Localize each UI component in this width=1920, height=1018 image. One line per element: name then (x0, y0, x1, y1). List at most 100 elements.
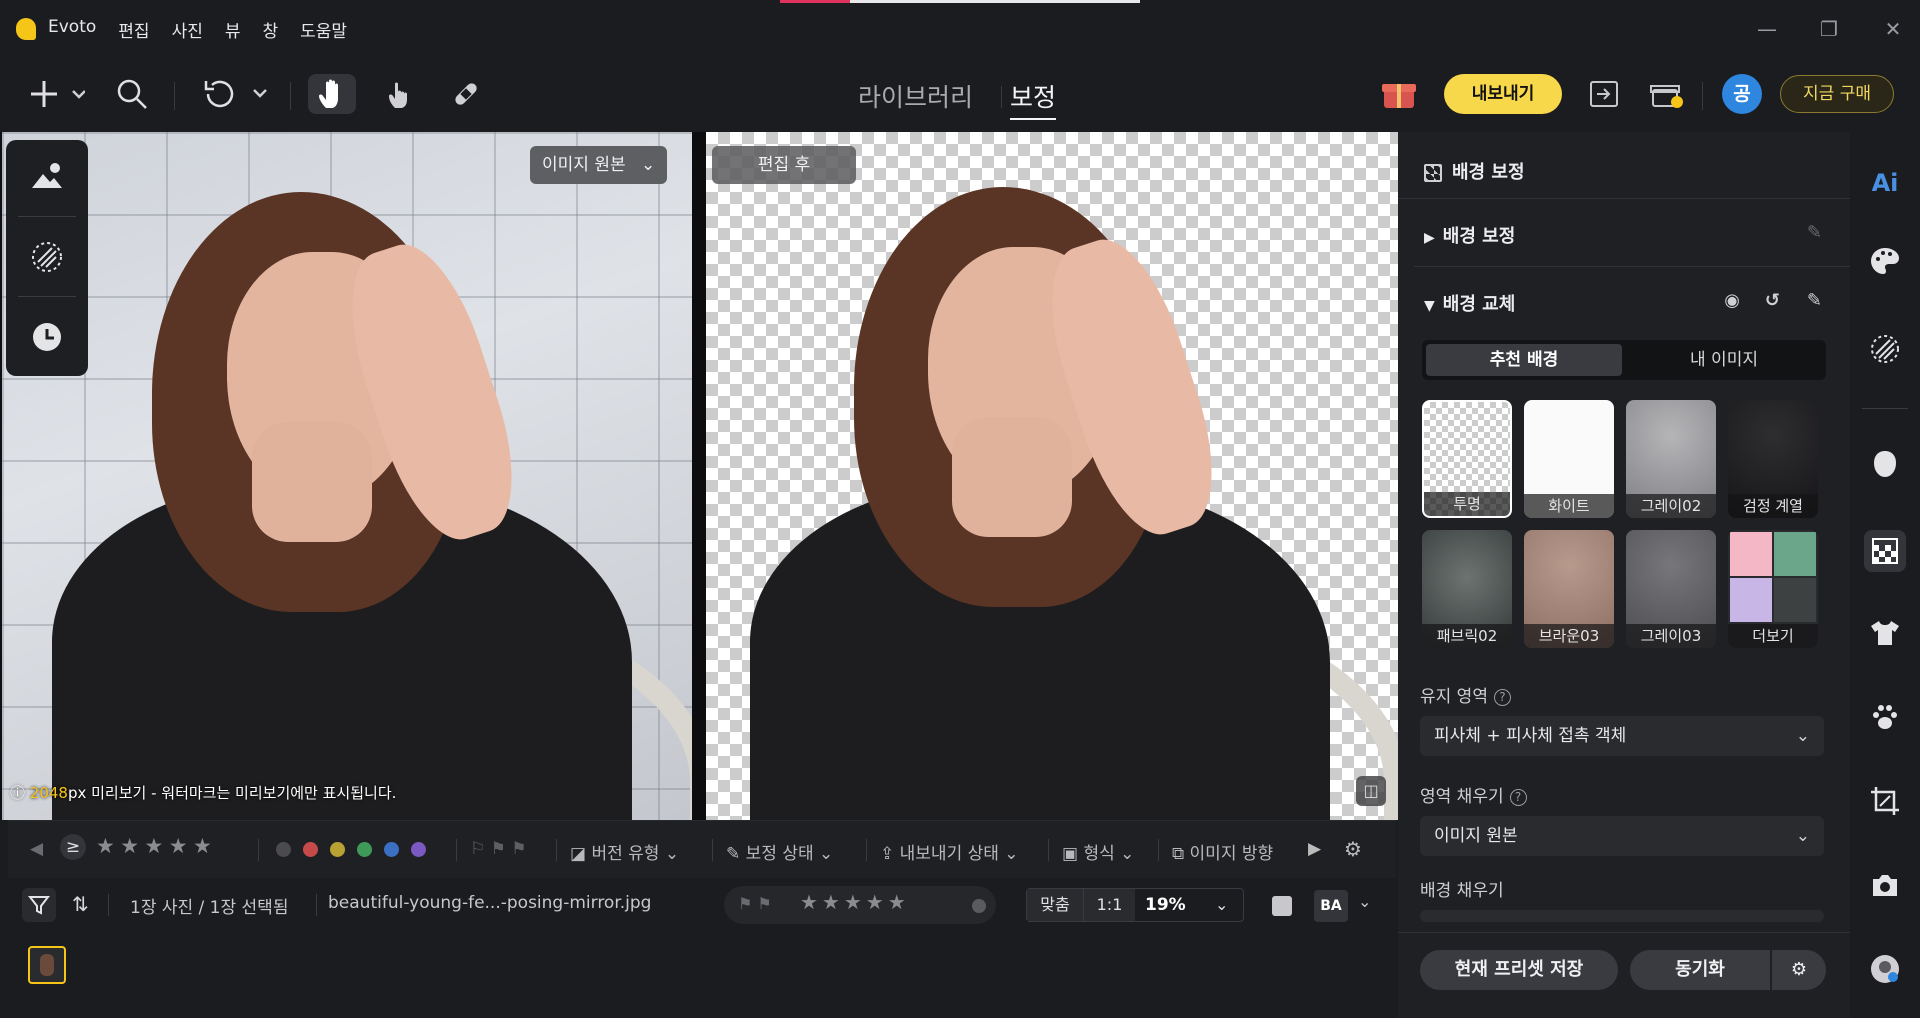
filter-funnel-icon[interactable] (22, 888, 56, 922)
bg-gray03[interactable]: 그레이03 (1626, 530, 1716, 648)
edited-photo[interactable] (706, 132, 1398, 820)
section-background-replace[interactable]: ▼ 배경 교체 ◉ ↺ ✎ (1398, 290, 1850, 316)
gift-box-icon[interactable] (1378, 74, 1420, 114)
menu-edit[interactable]: 편집 (118, 17, 149, 42)
star-rating-filter[interactable]: ★ ★ ★ ★ ★ (96, 834, 212, 858)
tab-recommended-backgrounds[interactable]: 추천 배경 (1426, 344, 1622, 376)
menu-view[interactable]: 뷰 (225, 17, 241, 42)
crop-icon[interactable] (1864, 780, 1906, 822)
menu-window[interactable]: 창 (262, 17, 278, 42)
color-dot-yellow[interactable] (330, 842, 345, 857)
background-icon[interactable] (1864, 530, 1906, 572)
export-button[interactable]: 내보내기 (1444, 74, 1562, 114)
color-dot-purple[interactable] (411, 842, 426, 857)
touch-tool-icon[interactable] (378, 74, 422, 114)
export-panel-icon[interactable] (1584, 74, 1624, 114)
minimize-icon[interactable]: — (1752, 14, 1782, 44)
undo-button[interactable] (198, 74, 272, 114)
avatar[interactable]: 공 (1722, 74, 1762, 114)
help-icon[interactable]: ? (1493, 688, 1511, 706)
bg-white[interactable]: 화이트 (1524, 400, 1614, 518)
mountain-person-icon[interactable] (26, 154, 68, 196)
sort-icon[interactable]: ⇅ (72, 892, 89, 916)
palette-icon[interactable] (1864, 240, 1906, 282)
help-chat-icon[interactable] (1864, 948, 1906, 990)
chevron-down-icon[interactable]: ⌄ (1358, 892, 1371, 911)
section-background-retouch[interactable]: ▶ 배경 보정 ✎ (1398, 222, 1850, 248)
star-icon[interactable]: ★ (96, 834, 115, 858)
bg-black[interactable]: 검정 계열 (1728, 400, 1818, 518)
add-button[interactable] (22, 74, 88, 114)
buy-now-button[interactable]: 지금 구매 (1780, 75, 1894, 113)
restore-icon[interactable]: ❐ (1814, 14, 1844, 44)
bg-transparent[interactable]: 투명 (1422, 400, 1512, 518)
edit-icon[interactable]: ✎ (1807, 222, 1822, 243)
star-icon[interactable]: ★ (120, 834, 139, 858)
reset-icon[interactable]: ↺ (1765, 290, 1780, 311)
flag-icons[interactable]: ⚑ ⚑ (738, 894, 772, 913)
background-fill-select[interactable] (1420, 910, 1824, 922)
chevron-down-icon[interactable]: ⌄ (1215, 889, 1228, 921)
orientation-filter[interactable]: ⧉ 이미지 방향 (1172, 839, 1273, 864)
rating-stars[interactable]: ★★★★★ (800, 890, 910, 914)
zoom-fit-button[interactable]: 맞춤 (1027, 889, 1083, 921)
ai-icon[interactable]: Ai (1864, 162, 1906, 204)
format-filter[interactable]: ▣ 형식 ⌄ (1062, 839, 1134, 864)
zoom-value[interactable]: 19% (1145, 889, 1186, 921)
before-after-button[interactable]: BA (1314, 890, 1348, 922)
history-clock-icon[interactable] (26, 316, 68, 358)
texture-icon[interactable] (1864, 328, 1906, 370)
flag-filter-icons[interactable]: ⚐ ⚑ ⚑ (470, 839, 527, 859)
visibility-icon[interactable]: ◉ (1724, 290, 1740, 311)
filter-settings-icon[interactable]: ⚙ (1344, 837, 1362, 861)
clothing-icon[interactable] (1864, 612, 1906, 654)
rating-operator[interactable]: ≥ (60, 834, 86, 860)
single-view-icon[interactable] (1272, 896, 1292, 916)
promo-gift-icon[interactable] (1646, 74, 1688, 114)
retouch-status-filter[interactable]: ✎ 보정 상태 ⌄ (726, 839, 833, 864)
color-dot-red[interactable] (303, 842, 318, 857)
star-icon[interactable]: ★ (169, 834, 188, 858)
scroll-right-icon[interactable]: ▶ (1308, 839, 1321, 859)
original-dropdown[interactable]: 이미지 원본 ⌄ (530, 146, 668, 184)
color-dot-gray[interactable] (276, 842, 291, 857)
paw-icon[interactable] (1864, 696, 1906, 738)
star-icon[interactable]: ★ (144, 834, 163, 858)
bg-brown03[interactable]: 브라운03 (1524, 530, 1614, 648)
close-icon[interactable]: ✕ (1878, 14, 1908, 44)
help-icon[interactable]: ? (1509, 788, 1527, 806)
original-photo[interactable] (2, 132, 692, 820)
version-type-filter[interactable]: ◪ 버전 유형 ⌄ (570, 839, 679, 864)
search-icon[interactable] (112, 74, 152, 114)
menu-app[interactable]: Evoto (48, 17, 96, 42)
color-dot-blue[interactable] (384, 842, 399, 857)
menu-photo[interactable]: 사진 (172, 17, 203, 42)
tab-library[interactable]: 라이브러리 (858, 78, 973, 114)
tab-my-images[interactable]: 내 이미지 (1626, 344, 1822, 376)
face-icon[interactable] (1864, 444, 1906, 486)
split-view-icon[interactable]: ◫ (1356, 776, 1386, 806)
sync-button[interactable]: 동기화 (1630, 950, 1770, 990)
photo-thumbnail[interactable] (28, 946, 66, 984)
keep-area-select[interactable]: 피사체 + 피사체 접촉 객체 ⌄ (1420, 716, 1824, 756)
texture-icon[interactable] (26, 236, 68, 278)
bandage-icon[interactable] (444, 74, 488, 114)
color-dot-green[interactable] (357, 842, 372, 857)
bg-fabric02[interactable]: 패브릭02 (1422, 530, 1512, 648)
hand-tool-icon[interactable] (308, 74, 356, 114)
scroll-left-icon[interactable]: ◀ (30, 839, 43, 859)
compare-divider[interactable] (692, 132, 706, 820)
tab-retouch[interactable]: 보정 (1010, 78, 1057, 120)
bg-gray02[interactable]: 그레이02 (1626, 400, 1716, 518)
bg-more[interactable]: 더보기 (1728, 530, 1818, 648)
save-preset-button[interactable]: 현재 프리셋 저장 (1420, 950, 1618, 990)
edit-icon[interactable]: ✎ (1807, 290, 1822, 311)
camera-icon[interactable] (1864, 864, 1906, 906)
export-status-filter[interactable]: ⇪ 내보내기 상태 ⌄ (880, 839, 1019, 864)
sync-settings-icon[interactable]: ⚙ (1772, 950, 1826, 990)
star-icon[interactable]: ★ (193, 834, 212, 858)
zoom-1to1-button[interactable]: 1:1 (1083, 889, 1135, 921)
menu-help[interactable]: 도움말 (300, 17, 347, 42)
color-label-dot[interactable] (972, 899, 986, 913)
fill-area-select[interactable]: 이미지 원본 ⌄ (1420, 816, 1824, 856)
